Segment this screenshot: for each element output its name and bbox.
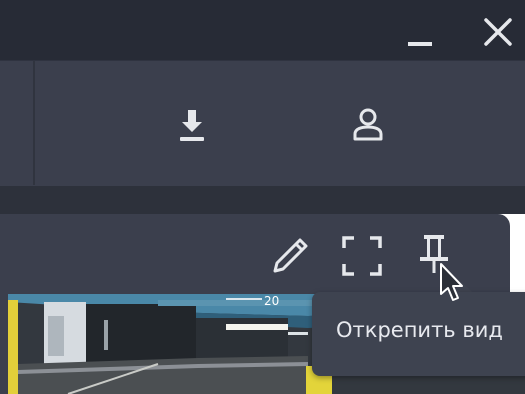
user-button[interactable] xyxy=(344,101,392,149)
app-window: 20 Открепить вид xyxy=(0,0,525,394)
camera-panel-header xyxy=(0,214,510,292)
tooltip-text: Открепить вид xyxy=(336,318,503,342)
close-button[interactable] xyxy=(476,6,520,50)
pencil-icon xyxy=(273,238,308,273)
fullscreen-button[interactable] xyxy=(338,232,386,280)
toolbar-divider xyxy=(33,61,35,185)
edit-button[interactable] xyxy=(266,232,314,280)
mouse-cursor-icon xyxy=(440,263,463,301)
minimize-icon xyxy=(408,42,432,46)
unpin-tooltip: Открепить вид xyxy=(312,292,525,376)
title-bar xyxy=(0,0,525,60)
download-icon xyxy=(180,110,204,141)
fullscreen-icon xyxy=(342,236,382,276)
minimize-button[interactable] xyxy=(398,6,442,50)
panel-gap xyxy=(0,186,525,214)
user-icon xyxy=(353,108,383,141)
download-button[interactable] xyxy=(168,101,216,149)
toolbar xyxy=(0,60,525,187)
close-icon xyxy=(484,18,512,46)
timestamp-fragment: 20 xyxy=(264,294,279,308)
